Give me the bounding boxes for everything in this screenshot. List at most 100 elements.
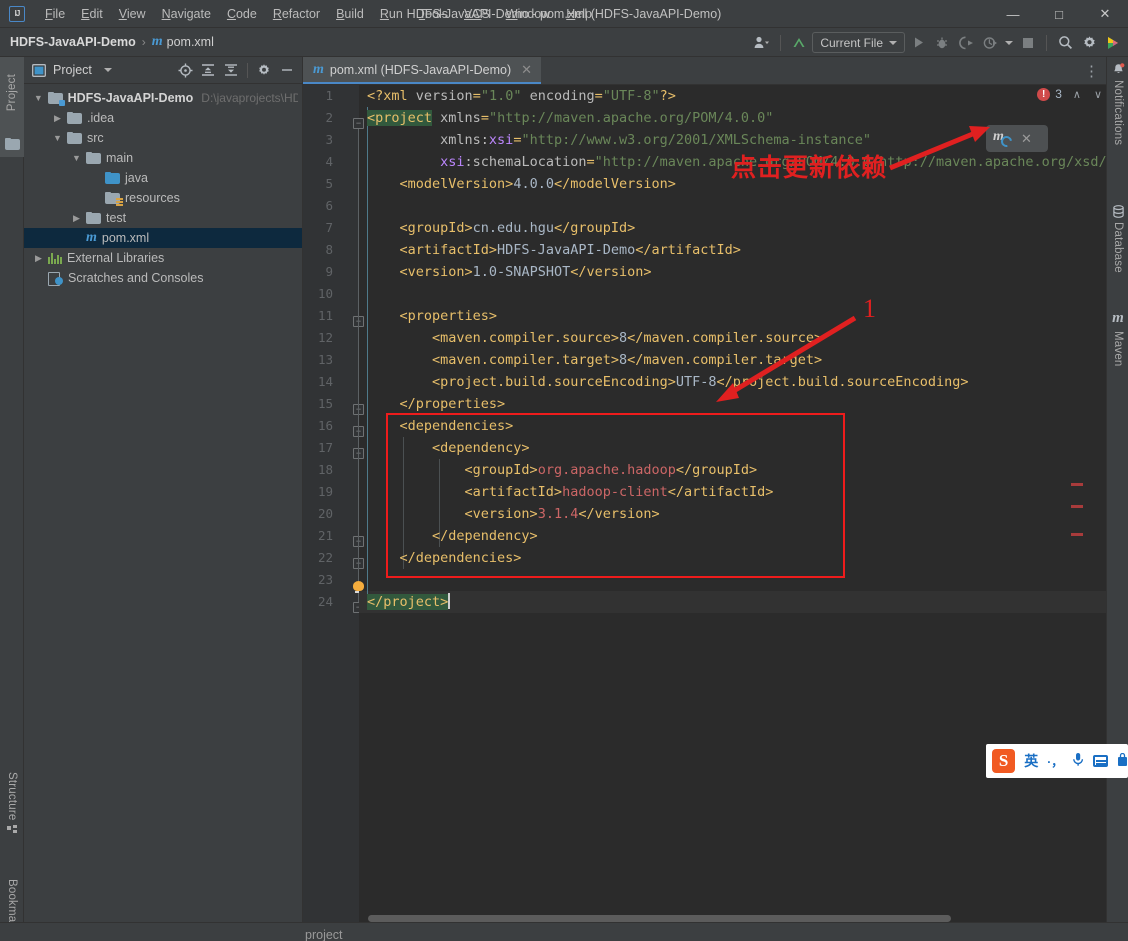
maven-reload-popup[interactable]: m ✕ [986, 125, 1048, 152]
minimize-button[interactable]: — [990, 0, 1036, 28]
tree-node-java[interactable]: java [24, 168, 302, 188]
maximize-button[interactable]: □ [1036, 0, 1082, 28]
tree-node-scratches-and-consoles[interactable]: Scratches and Consoles [24, 268, 302, 288]
error-marker[interactable] [1071, 483, 1083, 486]
profiler-button[interactable] [979, 32, 1001, 54]
previous-problem-icon[interactable]: ∧ [1073, 88, 1081, 101]
code-line-24[interactable]: </project> [367, 591, 450, 613]
search-icon[interactable] [1054, 32, 1076, 54]
settings-icon[interactable] [1078, 32, 1100, 54]
update-project-icon[interactable] [788, 32, 810, 54]
chevron-right-icon[interactable]: ▶ [51, 113, 64, 124]
menu-item-file[interactable]: File [37, 4, 73, 24]
tree-node--idea[interactable]: ▶ .idea [24, 108, 302, 128]
debug-button[interactable] [931, 32, 953, 54]
menu-item-edit[interactable]: Edit [73, 4, 111, 24]
code-line-5[interactable]: <modelVersion>4.0.0</modelVersion> [367, 173, 676, 195]
code-line-1[interactable]: <?xml version="1.0" encoding="UTF-8"?> [367, 85, 676, 107]
source-folder-icon [105, 172, 120, 184]
chevron-down-icon[interactable] [103, 68, 112, 72]
code-line-7[interactable]: <groupId>cn.edu.hgu</groupId> [367, 217, 636, 239]
stripe-button-project[interactable]: Project [0, 57, 24, 129]
next-problem-icon[interactable]: ∨ [1094, 88, 1102, 101]
menu-item-help[interactable]: Help [558, 4, 600, 24]
sogou-logo-icon[interactable]: S [992, 749, 1016, 773]
code-line-11[interactable]: <properties> [367, 305, 498, 327]
menu-item-view[interactable]: View [111, 4, 154, 24]
menu-item-vcs[interactable]: VCS [456, 4, 498, 24]
stop-button[interactable] [1017, 32, 1039, 54]
tree-node-pom-xml[interactable]: m pom.xml [24, 228, 302, 248]
menu-item-refactor[interactable]: Refactor [265, 4, 328, 24]
maven-reload-icon[interactable]: m [993, 129, 1015, 149]
line-number: 15 [317, 396, 333, 411]
keyboard-icon[interactable] [1093, 755, 1108, 767]
error-marker[interactable] [1071, 533, 1083, 536]
more-options-icon[interactable]: ⋮ [1084, 62, 1100, 80]
menu-item-run[interactable]: Run [372, 4, 411, 24]
line-number: 6 [325, 198, 333, 213]
menu-item-navigate[interactable]: Navigate [154, 4, 219, 24]
chevron-right-icon[interactable]: ▶ [70, 213, 83, 224]
chevron-right-icon[interactable]: ▶ [32, 253, 45, 264]
code-with-me-icon[interactable] [751, 32, 773, 54]
stripe-button-notifications[interactable]: Notifications [1107, 63, 1128, 145]
stripe-button-database[interactable]: Database [1107, 205, 1128, 273]
editor-breadcrumb[interactable]: project [305, 928, 343, 941]
tree-node-hdfs-javaapi-demo[interactable]: ▼ HDFS-JavaAPI-Demo D:\javaprojects\HD [24, 88, 302, 108]
tree-node-external-libraries[interactable]: ▶ External Libraries [24, 248, 302, 268]
code-line-8[interactable]: <artifactId>HDFS-JavaAPI-Demo</artifactI… [367, 239, 741, 261]
menu-item-code[interactable]: Code [219, 4, 265, 24]
sogou-ime-toolbar[interactable]: S 英 ·， [986, 744, 1128, 778]
chevron-down-icon[interactable]: ▼ [51, 133, 64, 143]
error-marker[interactable] [1071, 505, 1083, 508]
project-tree[interactable]: ▼ HDFS-JavaAPI-Demo D:\javaprojects\HD ▶ .id… [24, 84, 302, 941]
close-button[interactable]: ✕ [1082, 0, 1128, 28]
stripe-button-structure[interactable]: Structure [0, 772, 24, 867]
locate-icon[interactable] [175, 60, 195, 80]
stripe-label-database: Database [1112, 222, 1124, 273]
popup-close-icon[interactable]: ✕ [1021, 131, 1032, 147]
breadcrumb-file[interactable]: pom.xml [167, 35, 214, 49]
tree-node-resources[interactable]: resources [24, 188, 302, 208]
tab-close-icon[interactable]: ✕ [521, 62, 532, 78]
editor-error-markers[interactable] [1070, 85, 1084, 941]
run-button[interactable] [907, 32, 929, 54]
hide-panel-icon[interactable] [277, 60, 297, 80]
expand-all-icon[interactable] [198, 60, 218, 80]
tab-pom-xml[interactable]: m pom.xml (HDFS-JavaAPI-Demo) ✕ [303, 57, 542, 84]
code-line-9[interactable]: <version>1.0-SNAPSHOT</version> [367, 261, 652, 283]
code-line-12[interactable]: <maven.compiler.source>8</maven.compiler… [367, 327, 822, 349]
code-line-15[interactable]: </properties> [367, 393, 506, 415]
tree-node-src[interactable]: ▼ src [24, 128, 302, 148]
ime-punctuation-toggle[interactable]: ·， [1047, 753, 1063, 770]
stripe-button-maven[interactable]: m Maven [1107, 310, 1128, 367]
toolbox-icon[interactable] [1117, 752, 1128, 770]
profiler-dropdown-icon[interactable] [1003, 32, 1015, 54]
editor-gutter[interactable]: 1 2 3 4 5 6 7 8 9 10 11 12 13 14 15 16 17 18 19 20 21 22 23 24 … [303, 85, 364, 941]
run-with-coverage-button[interactable] [955, 32, 977, 54]
line-number: 7 [325, 220, 333, 235]
stripe-button-project-icon[interactable] [0, 129, 24, 157]
code-token: <artifactId> [367, 242, 498, 258]
run-configuration-selector[interactable]: Current File [812, 32, 905, 53]
tree-node-test[interactable]: ▶ test [24, 208, 302, 228]
settings-icon[interactable] [254, 60, 274, 80]
ide-helper-icon[interactable] [1102, 32, 1124, 54]
inspection-widget[interactable]: ! 3 ∧ ∨ [1037, 87, 1102, 101]
code-line-2[interactable]: <project xmlns="http://maven.apache.org/… [367, 107, 773, 129]
menu-item-window[interactable]: Window [498, 4, 558, 24]
code-line-13[interactable]: <maven.compiler.target>8</maven.compiler… [367, 349, 822, 371]
tree-node-main[interactable]: ▼ main [24, 148, 302, 168]
code-line-14[interactable]: <project.build.sourceEncoding>UTF-8</pro… [367, 371, 968, 393]
menu-item-tools[interactable]: Tools [411, 4, 456, 24]
microphone-icon[interactable] [1072, 752, 1084, 770]
editor-horizontal-scrollbar[interactable] [368, 915, 951, 922]
ime-language-toggle[interactable]: 英 [1024, 751, 1038, 771]
menu-item-build[interactable]: Build [328, 4, 372, 24]
collapse-all-icon[interactable] [221, 60, 241, 80]
chevron-down-icon[interactable]: ▼ [32, 93, 45, 103]
chevron-down-icon[interactable]: ▼ [70, 153, 83, 163]
breadcrumb-project[interactable]: HDFS-JavaAPI-Demo [10, 35, 136, 49]
stripe-label-maven: Maven [1112, 331, 1124, 367]
